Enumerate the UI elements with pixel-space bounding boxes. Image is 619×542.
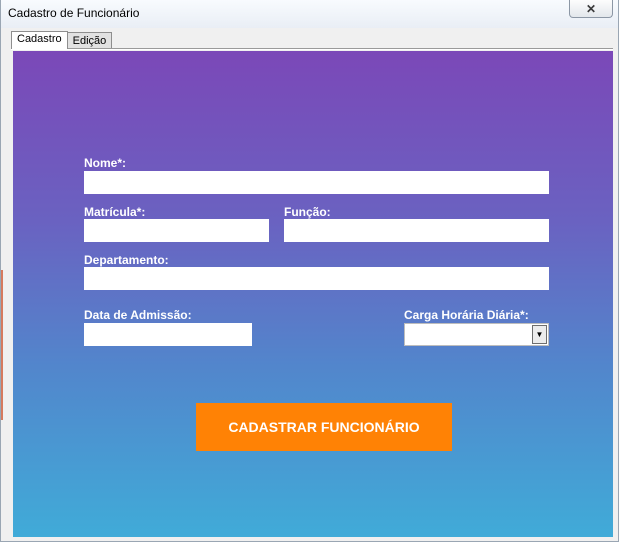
funcao-label: Função: xyxy=(284,205,331,219)
data-admissao-input[interactable] xyxy=(84,323,252,346)
data-admissao-label: Data de Admissão: xyxy=(84,308,192,322)
carga-horaria-select[interactable]: ▼ xyxy=(404,323,549,346)
chevron-down-icon: ▼ xyxy=(535,330,544,339)
close-icon: ✕ xyxy=(585,1,597,16)
cadastrar-button-label: CADASTRAR FUNCIONÁRIO xyxy=(228,419,420,435)
tab-divider xyxy=(11,48,613,50)
cadastrar-button[interactable]: CADASTRAR FUNCIONÁRIO xyxy=(196,403,452,451)
departamento-input[interactable] xyxy=(84,267,549,290)
tab-strip: Cadastro Edição xyxy=(11,31,113,49)
carga-horaria-label: Carga Horária Diária*: xyxy=(404,308,529,322)
matricula-label: Matrícula*: xyxy=(84,205,146,219)
close-button[interactable]: ✕ xyxy=(569,0,613,18)
dropdown-button[interactable]: ▼ xyxy=(532,325,547,344)
departamento-label: Departamento: xyxy=(84,253,169,267)
nome-label: Nome*: xyxy=(84,156,127,170)
form-panel xyxy=(13,51,613,537)
app-window: Cadastro de Funcionário ✕ Cadastro Ediçã… xyxy=(0,0,619,542)
matricula-input[interactable] xyxy=(84,219,269,242)
title-bar[interactable]: Cadastro de Funcionário ✕ xyxy=(1,0,618,28)
background-strip xyxy=(1,270,3,420)
tab-edicao[interactable]: Edição xyxy=(66,32,113,49)
window-title: Cadastro de Funcionário xyxy=(8,6,140,20)
funcao-input[interactable] xyxy=(284,219,549,242)
nome-input[interactable] xyxy=(84,171,549,194)
tab-cadastro[interactable]: Cadastro xyxy=(11,31,68,49)
